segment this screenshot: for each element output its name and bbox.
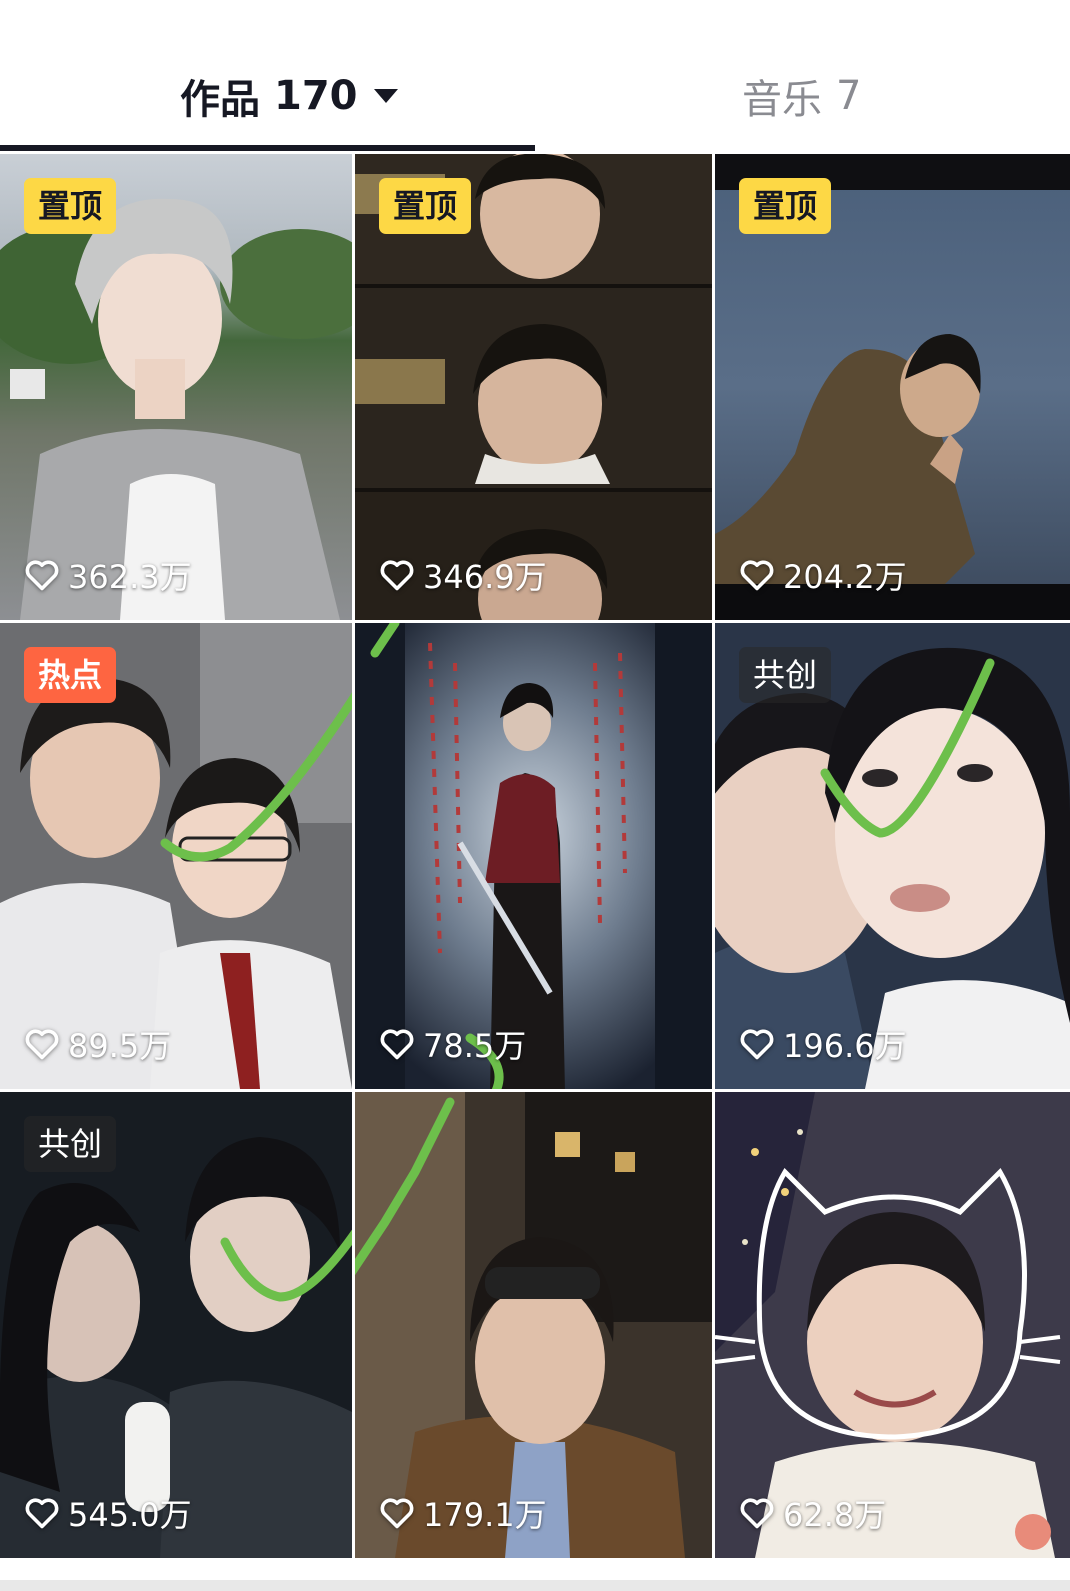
status-badge: 置顶 bbox=[379, 178, 472, 234]
heart-outline-icon bbox=[380, 1029, 414, 1060]
thumbnail-image bbox=[715, 1092, 1070, 1558]
tab-works-count: 170 bbox=[274, 73, 358, 119]
video-thumbnail[interactable]: 共创 196.6万 bbox=[715, 623, 1070, 1089]
heart-outline-icon bbox=[380, 1498, 414, 1529]
tab-music-count: 7 bbox=[836, 73, 862, 119]
video-thumbnail[interactable]: 置顶 362.3万 bbox=[0, 154, 352, 620]
video-thumbnail[interactable]: 热点 89.5万 bbox=[0, 623, 352, 1089]
tab-music-label: 音乐 bbox=[742, 77, 822, 123]
like-count: 62.8万 bbox=[739, 1490, 886, 1536]
active-tab-indicator bbox=[0, 145, 535, 151]
like-count-value: 179.1万 bbox=[423, 1496, 547, 1534]
like-count-value: 62.8万 bbox=[783, 1496, 887, 1534]
heart-outline-icon bbox=[25, 560, 59, 591]
like-count: 89.5万 bbox=[24, 1021, 171, 1067]
heart-outline-icon bbox=[740, 1029, 774, 1060]
like-count: 545.0万 bbox=[24, 1490, 192, 1536]
checkmark-annotation bbox=[355, 1097, 455, 1276]
like-count: 78.5万 bbox=[379, 1021, 526, 1067]
like-count-value: 78.5万 bbox=[423, 1027, 527, 1065]
checkmark-annotation bbox=[370, 623, 504, 1089]
like-count-value: 196.6万 bbox=[783, 1027, 907, 1065]
like-count-value: 89.5万 bbox=[68, 1027, 172, 1065]
next-row-peek bbox=[0, 1580, 1070, 1591]
profile-tab-bar: 作品 170 音乐 7 bbox=[0, 0, 1070, 152]
video-thumbnail[interactable]: 共创 545.0万 bbox=[0, 1092, 352, 1558]
heart-outline-icon bbox=[380, 560, 414, 591]
like-count-value: 346.9万 bbox=[423, 558, 547, 596]
like-count-value: 204.2万 bbox=[783, 558, 907, 596]
like-count: 196.6万 bbox=[739, 1021, 907, 1067]
tab-works[interactable]: 作品 170 bbox=[180, 68, 398, 124]
tab-works-label: 作品 bbox=[180, 77, 260, 123]
like-count: 204.2万 bbox=[739, 552, 907, 598]
status-badge: 热点 bbox=[24, 647, 117, 703]
like-count-value: 362.3万 bbox=[68, 558, 192, 596]
video-thumbnail[interactable]: 78.5万 bbox=[355, 623, 712, 1089]
like-count: 362.3万 bbox=[24, 552, 192, 598]
status-badge: 共创 bbox=[24, 1116, 117, 1172]
video-thumbnail[interactable]: 置顶 204.2万 bbox=[715, 154, 1070, 620]
like-count: 346.9万 bbox=[379, 552, 547, 598]
tab-music[interactable]: 音乐 7 bbox=[742, 68, 861, 124]
video-thumbnail[interactable]: 62.8万 bbox=[715, 1092, 1070, 1558]
like-count: 179.1万 bbox=[379, 1490, 547, 1536]
status-badge: 置顶 bbox=[24, 178, 117, 234]
status-badge: 共创 bbox=[739, 647, 832, 703]
video-thumbnail[interactable]: 179.1万 bbox=[355, 1092, 712, 1558]
like-count-value: 545.0万 bbox=[68, 1496, 192, 1534]
heart-outline-icon bbox=[25, 1498, 59, 1529]
heart-outline-icon bbox=[740, 560, 774, 591]
heart-outline-icon bbox=[25, 1029, 59, 1060]
video-grid: 置顶 362.3万 置顶 346.9万 置顶 204.2万 热点 89.5万 7… bbox=[0, 154, 1070, 1591]
status-badge: 置顶 bbox=[739, 178, 832, 234]
heart-outline-icon bbox=[740, 1498, 774, 1529]
video-thumbnail[interactable]: 置顶 346.9万 bbox=[355, 154, 712, 620]
caret-down-icon[interactable] bbox=[373, 89, 398, 103]
